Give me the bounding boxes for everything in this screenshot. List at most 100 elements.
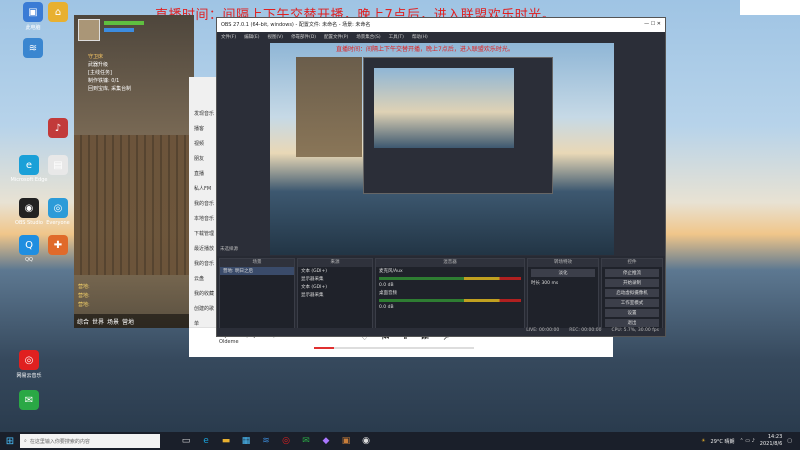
chat-line: 营地: (78, 293, 90, 299)
cpu-status: CPU: 5.7%, 30.00 fps (611, 328, 660, 333)
controls-dock: 控件 停止推流开始录制启动虚拟摄像机 工作室模式设置退出 (601, 258, 663, 334)
shortcut-label: 网易云音乐 (16, 373, 42, 379)
music-sidebar-item[interactable]: 发现音乐 (194, 107, 216, 122)
desktop-shortcut[interactable]: ◎ 网易云音乐 (6, 350, 52, 379)
window-controls[interactable]: — ☐ ✕ (644, 21, 661, 29)
music-sidebar: 发现音乐 播客 视频 朋友 直播 私人FM 我的音乐 本地音乐 下载管理 最近播放 我的音乐云盘 我的… (189, 77, 217, 357)
obs-control-button[interactable]: 工作室模式 (605, 299, 659, 307)
app-icon[interactable]: ≋ (260, 435, 272, 447)
taskbar-apps: ▭ e ▬ ▦ ≋ ◎ ✉ ◆ ▣ ◉ (180, 435, 372, 447)
scenes-header: 场景 (220, 259, 294, 267)
song-title: Oldeme (219, 339, 239, 345)
source-item[interactable]: 显示器采集 (298, 275, 372, 283)
obs-menu-item[interactable]: 工具(T) (389, 34, 404, 40)
obs-menu-item[interactable]: 编辑(E) (244, 34, 259, 40)
obs-menu-item[interactable]: 场景集合(S) (356, 34, 380, 40)
desktop-shortcut[interactable]: ✉ (6, 390, 52, 412)
tray-icons[interactable]: ⌃ ▭ ♪ (740, 438, 755, 444)
transition-select[interactable]: 淡化 (531, 269, 595, 277)
folder-icon[interactable]: ▬ (220, 435, 232, 447)
scenes-dock: 场景 营地: 明日之后 (219, 258, 295, 334)
mixer-track-db: 0.0 dB (379, 305, 394, 310)
weather-text[interactable]: 29°C 晴朗 (711, 438, 735, 445)
tab-general[interactable]: 综合 (77, 317, 89, 326)
windows-start-icon[interactable]: ⊞ (0, 432, 20, 450)
obs-icon[interactable]: ◉ (360, 435, 372, 447)
music-sidebar-item[interactable]: 朋友 (194, 152, 216, 167)
shortcut-icon: ◎ (48, 198, 68, 218)
app-icon[interactable]: ◆ (320, 435, 332, 447)
task-view-icon[interactable]: ▭ (180, 435, 192, 447)
obs-menu-item[interactable]: 视图(V) (267, 34, 283, 40)
weather-icon[interactable]: ☀ (701, 438, 705, 444)
quest-line: 武器升级 (88, 62, 109, 68)
source-item[interactable]: 显示器采集 (298, 291, 372, 299)
music-sidebar-item[interactable]: 我的音乐云盘 (194, 257, 216, 287)
controls-header: 控件 (602, 259, 662, 267)
chat-line: 营地: (78, 302, 90, 308)
source-item[interactable]: 文本 (GDI+) (298, 283, 372, 291)
chat-line: 营地: (78, 284, 90, 290)
duration-value[interactable]: 300 ms (541, 281, 558, 286)
store-icon[interactable]: ▦ (240, 435, 252, 447)
quest-line: 制作铁镰: 0/1 (88, 78, 120, 84)
quest-line: [主线任务] (88, 70, 112, 76)
obs-menu-item[interactable]: 帮助(H) (412, 34, 428, 40)
source-item[interactable]: 文本 (GDI+) (298, 267, 372, 275)
mixer-dock: 混音器 麦克风/Aux 0.0 dB 桌面音频 0.0 dB (375, 258, 525, 334)
obs-preview[interactable]: 直播时间：间隔上下午交替开播，晚上7点后，进入联盟欢乐时光。 (270, 43, 614, 255)
shortcut-icon: ▤ (48, 155, 68, 175)
energy-bar (104, 28, 134, 32)
game-icon[interactable]: ▣ (340, 435, 352, 447)
player-avatar[interactable] (78, 19, 100, 41)
mixer-track-name: 麦克风/Aux (379, 269, 403, 274)
music-sidebar-item[interactable]: 本地音乐 (194, 212, 216, 227)
music-sidebar-item[interactable]: 播客 (194, 122, 216, 137)
music-sidebar-item[interactable]: 视频 (194, 137, 216, 152)
chat-tabs: 综合 世界 场景 营地 (74, 314, 194, 328)
transitions-header: 转场特效 (528, 259, 598, 267)
mixer-track-db: 0.0 dB (379, 283, 394, 288)
scene-item[interactable]: 营地: 明日之后 (220, 267, 294, 275)
tab-scene[interactable]: 场景 (107, 317, 119, 326)
obs-control-button[interactable]: 开始录制 (605, 279, 659, 287)
sources-header: 来源 (298, 259, 372, 267)
obs-menu-item[interactable]: 文件(F) (221, 34, 236, 40)
music-sidebar-item[interactable]: 我的音乐 (194, 197, 216, 212)
music-sidebar-item[interactable]: 私人FM (194, 182, 216, 197)
obs-menu-item[interactable]: 配置文件(P) (324, 34, 348, 40)
no-source-label: 未选择源 (220, 247, 238, 252)
taskbar: ⊞ ⌕ 在这里输入你要搜索的内容 ▭ e ▬ ▦ ≋ ◎ ✉ ◆ ▣ ◉ ☀ 2… (0, 432, 800, 450)
taskbar-search[interactable]: ⌕ 在这里输入你要搜索的内容 (20, 434, 160, 448)
music-sidebar-item[interactable]: 直播 (194, 167, 216, 182)
edge-icon[interactable]: e (200, 435, 212, 447)
quest-title: 守卫床 (88, 54, 104, 60)
shortcut-icon: ♪ (48, 118, 68, 138)
obs-control-button[interactable]: 停止推流 (605, 269, 659, 277)
notification-icon[interactable]: ▢ (787, 438, 792, 444)
music-icon[interactable]: ◎ (280, 435, 292, 447)
obs-control-button[interactable]: 设置 (605, 309, 659, 317)
preview-banner: 直播时间：间隔上下午交替开播，晚上7点后，进入联盟欢乐时光。 (336, 46, 514, 53)
progress-bar[interactable] (314, 347, 474, 349)
shortcut-icon: ✉ (19, 390, 39, 410)
music-sidebar-item[interactable]: 我的收藏 (194, 287, 216, 302)
game-chat: 营地: 营地: 营地: (78, 283, 90, 310)
obs-control-button[interactable]: 启动虚拟摄像机 (605, 289, 659, 297)
obs-window[interactable]: OBS 27.0.1 (64-bit, windows) - 配置文件: 未命名… (216, 17, 666, 337)
music-sidebar-item[interactable]: 最近播放 (194, 242, 216, 257)
transitions-dock: 转场特效 淡化 时长 300 ms (527, 258, 599, 334)
tab-camp[interactable]: 营地 (122, 317, 134, 326)
clock[interactable]: 14:23 2021/8/6 (760, 434, 782, 448)
wechat-icon[interactable]: ✉ (300, 435, 312, 447)
obs-menu-item[interactable]: 停靠部件(D) (291, 34, 316, 40)
tab-world[interactable]: 世界 (92, 317, 104, 326)
quest-panel[interactable]: 守卫床 武器升级 [主线任务] 制作铁镰: 0/1 回到宝库, 采集台制 (88, 53, 131, 93)
search-placeholder: 在这里输入你要搜索的内容 (29, 438, 90, 445)
shortcut-icon: ≋ (23, 38, 43, 58)
game-window[interactable]: 守卫床 武器升级 [主线任务] 制作铁镰: 0/1 回到宝库, 采集台制 营地:… (74, 15, 194, 328)
obs-control-button[interactable]: 退出 (605, 319, 659, 327)
music-sidebar-item[interactable]: 下载管理 (194, 227, 216, 242)
desktop-shortcut[interactable]: ≋ (10, 38, 56, 60)
preview-game-capture (296, 57, 362, 157)
